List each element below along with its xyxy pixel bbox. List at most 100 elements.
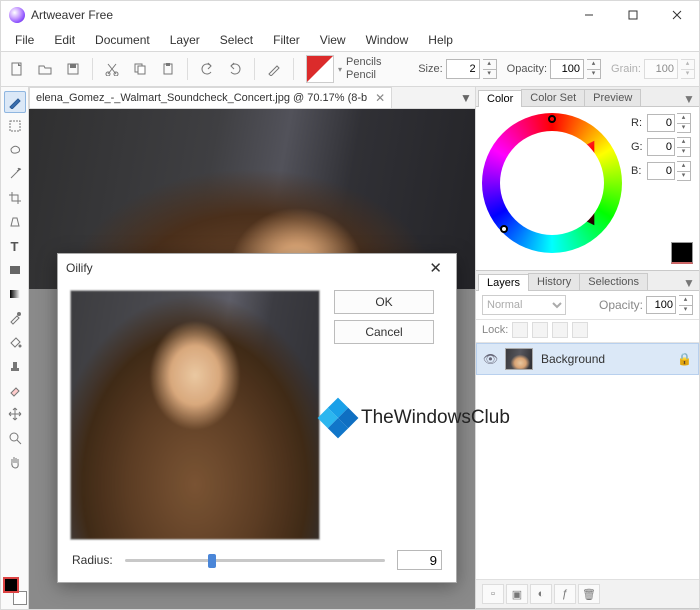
dialog-close-icon[interactable]: ✕ [423,257,448,279]
lock-all-button[interactable] [552,322,568,338]
save-file-button[interactable] [61,57,85,81]
document-tab[interactable]: elena_Gomez_-_Walmart_Soundcheck_Concert… [29,87,392,108]
g-label: G: [631,141,645,153]
color-wheel[interactable] [482,113,622,253]
menu-edit[interactable]: Edit [46,31,83,49]
size-input[interactable] [446,59,480,79]
gradient-tool[interactable] [4,283,26,305]
menubar: File Edit Document Layer Select Filter V… [1,29,699,51]
b-input[interactable] [647,162,675,180]
layer-name-label: Background [541,352,605,366]
minimize-button[interactable] [567,1,611,29]
ok-button[interactable]: OK [334,290,434,314]
zoom-tool[interactable] [4,427,26,449]
opacity-input[interactable] [550,59,584,79]
dropper-tool[interactable] [4,307,26,329]
radius-slider[interactable] [125,551,385,569]
layers-pane: Normal Opacity: ▴▾ Lock: 👁 Ba [476,291,699,609]
brush-tool[interactable] [4,91,26,113]
lasso-tool[interactable] [4,139,26,161]
document-tab-menu-icon[interactable]: ▼ [457,87,475,108]
document-tab-bar: elena_Gomez_-_Walmart_Soundcheck_Concert… [29,87,475,109]
cut-button[interactable] [100,57,124,81]
document-tab-close-icon[interactable]: ✕ [373,91,387,105]
maximize-button[interactable] [611,1,655,29]
r-spinner[interactable]: ▴▾ [677,113,691,133]
radius-input[interactable] [397,550,442,570]
r-input[interactable] [647,114,675,132]
tab-selections[interactable]: Selections [579,273,648,290]
new-group-button[interactable]: ▣ [506,584,528,604]
lock-pixels-button[interactable] [512,322,528,338]
menu-window[interactable]: Window [358,31,417,49]
layers-pane-menu-icon[interactable]: ▼ [683,276,699,290]
fx-button[interactable]: ƒ [554,584,576,604]
background-color-swatch[interactable] [13,591,27,605]
menu-select[interactable]: Select [212,31,261,49]
b-spinner[interactable]: ▴▾ [677,161,691,181]
menu-view[interactable]: View [312,31,354,49]
copy-button[interactable] [128,57,152,81]
tab-color-set[interactable]: Color Set [521,89,585,106]
tab-preview[interactable]: Preview [584,89,641,106]
delete-layer-button[interactable]: 🗑 [578,584,600,604]
undo-button[interactable] [195,57,219,81]
foreground-color-swatch[interactable] [3,577,19,593]
open-file-button[interactable] [33,57,57,81]
color-pane-tabs: Color Color Set Preview ▼ [476,87,699,107]
grain-field: Grain: ▴▾ [611,59,695,79]
sv-indicator-icon[interactable] [500,225,508,233]
tab-layers[interactable]: Layers [478,274,529,291]
color-swatches[interactable] [3,575,27,605]
sv-triangle[interactable] [505,136,599,230]
hue-indicator-icon[interactable] [548,115,556,123]
tab-history[interactable]: History [528,273,580,290]
menu-document[interactable]: Document [87,31,158,49]
layer-opacity-spinner[interactable]: ▴▾ [679,295,693,315]
visibility-icon[interactable]: 👁 [483,352,497,366]
add-mask-button[interactable]: ◐ [530,584,552,604]
menu-filter[interactable]: Filter [265,31,308,49]
layer-item[interactable]: 👁 Background 🔒 [476,343,699,375]
text-tool[interactable]: T [4,235,26,257]
wand-tool[interactable] [4,163,26,185]
opacity-label: Opacity: [507,63,547,75]
crop-tool[interactable] [4,187,26,209]
eraser-tool[interactable] [4,379,26,401]
opacity-spinner[interactable]: ▴▾ [587,59,601,79]
layer-opacity-input[interactable] [646,296,676,314]
menu-help[interactable]: Help [420,31,461,49]
g-input[interactable] [647,138,675,156]
dialog-titlebar[interactable]: Oilify ✕ [58,254,456,282]
lock-label: Lock: [482,324,508,336]
menu-layer[interactable]: Layer [162,31,208,49]
brush-quick-button[interactable] [262,57,286,81]
blend-mode-select[interactable]: Normal [482,295,566,315]
app-icon [9,7,25,23]
tab-color[interactable]: Color [478,90,522,107]
cancel-button[interactable]: Cancel [334,320,434,344]
perspective-tool[interactable] [4,211,26,233]
slider-thumb-icon[interactable] [208,554,216,568]
brush-selector[interactable]: ▾ Pencils Pencil [301,55,386,83]
g-spinner[interactable]: ▴▾ [677,137,691,157]
lock-position-button[interactable] [532,322,548,338]
current-color-swatch[interactable] [671,242,693,264]
size-field: Size: ▴▾ [418,59,496,79]
size-spinner[interactable]: ▴▾ [483,59,497,79]
shape-tool[interactable] [4,259,26,281]
lock-extra-button[interactable] [572,322,588,338]
new-layer-button[interactable]: ▫ [482,584,504,604]
layers-pane-tabs: Layers History Selections ▼ [476,271,699,291]
new-file-button[interactable] [5,57,29,81]
paste-button[interactable] [156,57,180,81]
stamp-tool[interactable] [4,355,26,377]
close-button[interactable] [655,1,699,29]
menu-file[interactable]: File [7,31,42,49]
hand-tool[interactable] [4,451,26,473]
fill-tool[interactable] [4,331,26,353]
move-tool[interactable] [4,403,26,425]
color-pane-menu-icon[interactable]: ▼ [683,92,699,106]
redo-button[interactable] [223,57,247,81]
marquee-tool[interactable] [4,115,26,137]
